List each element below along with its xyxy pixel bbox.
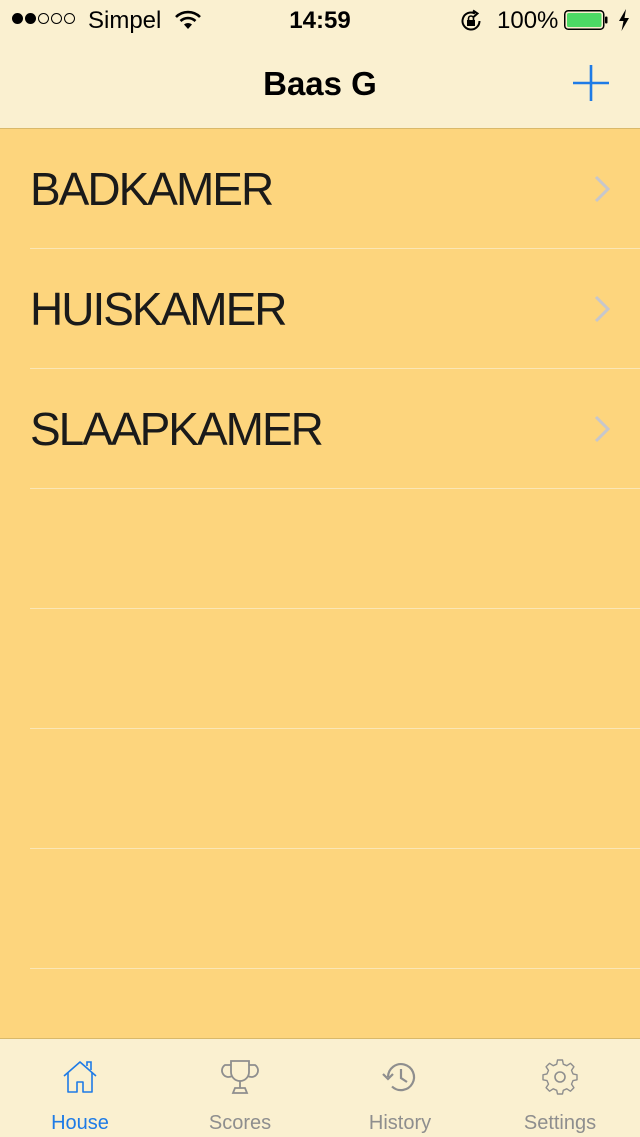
tab-label: Settings (523, 1112, 597, 1134)
tab-label: House (51, 1112, 109, 1134)
add-room-button[interactable] (566, 58, 616, 108)
room-label: BADKAMER (30, 163, 274, 215)
tab-history[interactable]: History (320, 1039, 480, 1137)
status-bar: Simpel 14:59 100% (0, 0, 640, 40)
chevron-right-icon (594, 415, 611, 443)
tab-settings[interactable]: Settings (480, 1039, 640, 1137)
room-label: HUISKAMER (30, 283, 287, 335)
chevron-right-icon (594, 175, 611, 203)
tab-label: History (368, 1112, 432, 1134)
tab-label: Scores (208, 1112, 272, 1134)
room-label: SLAAPKAMER (30, 403, 324, 455)
navigation-bar: Baas G (0, 40, 640, 129)
empty-list-item (0, 729, 640, 849)
tab-house[interactable]: House (0, 1039, 160, 1137)
room-list: BADKAMER HUISKAMER SLAAPKAMER (0, 129, 640, 969)
row-separator (30, 968, 640, 969)
list-item[interactable]: BADKAMER (0, 129, 640, 249)
empty-list-item (0, 849, 640, 969)
plus-icon (573, 65, 609, 101)
rotation-lock-icon (461, 9, 481, 31)
tab-bar: House Scores History Settings (0, 1038, 640, 1137)
tab-scores[interactable]: Scores (160, 1039, 320, 1137)
history-icon (382, 1063, 416, 1092)
list-item[interactable]: HUISKAMER (0, 249, 640, 369)
trophy-icon (221, 1060, 259, 1094)
chevron-right-icon (594, 295, 611, 323)
page-title: Baas G (263, 65, 377, 102)
empty-list-item (0, 609, 640, 729)
charging-bolt-icon (619, 9, 629, 31)
gear-icon (542, 1059, 578, 1095)
house-icon (63, 1061, 97, 1093)
empty-list-item (0, 489, 640, 609)
battery-percentage: 100% (497, 7, 559, 34)
list-item[interactable]: SLAAPKAMER (0, 369, 640, 489)
battery-icon (564, 10, 608, 30)
